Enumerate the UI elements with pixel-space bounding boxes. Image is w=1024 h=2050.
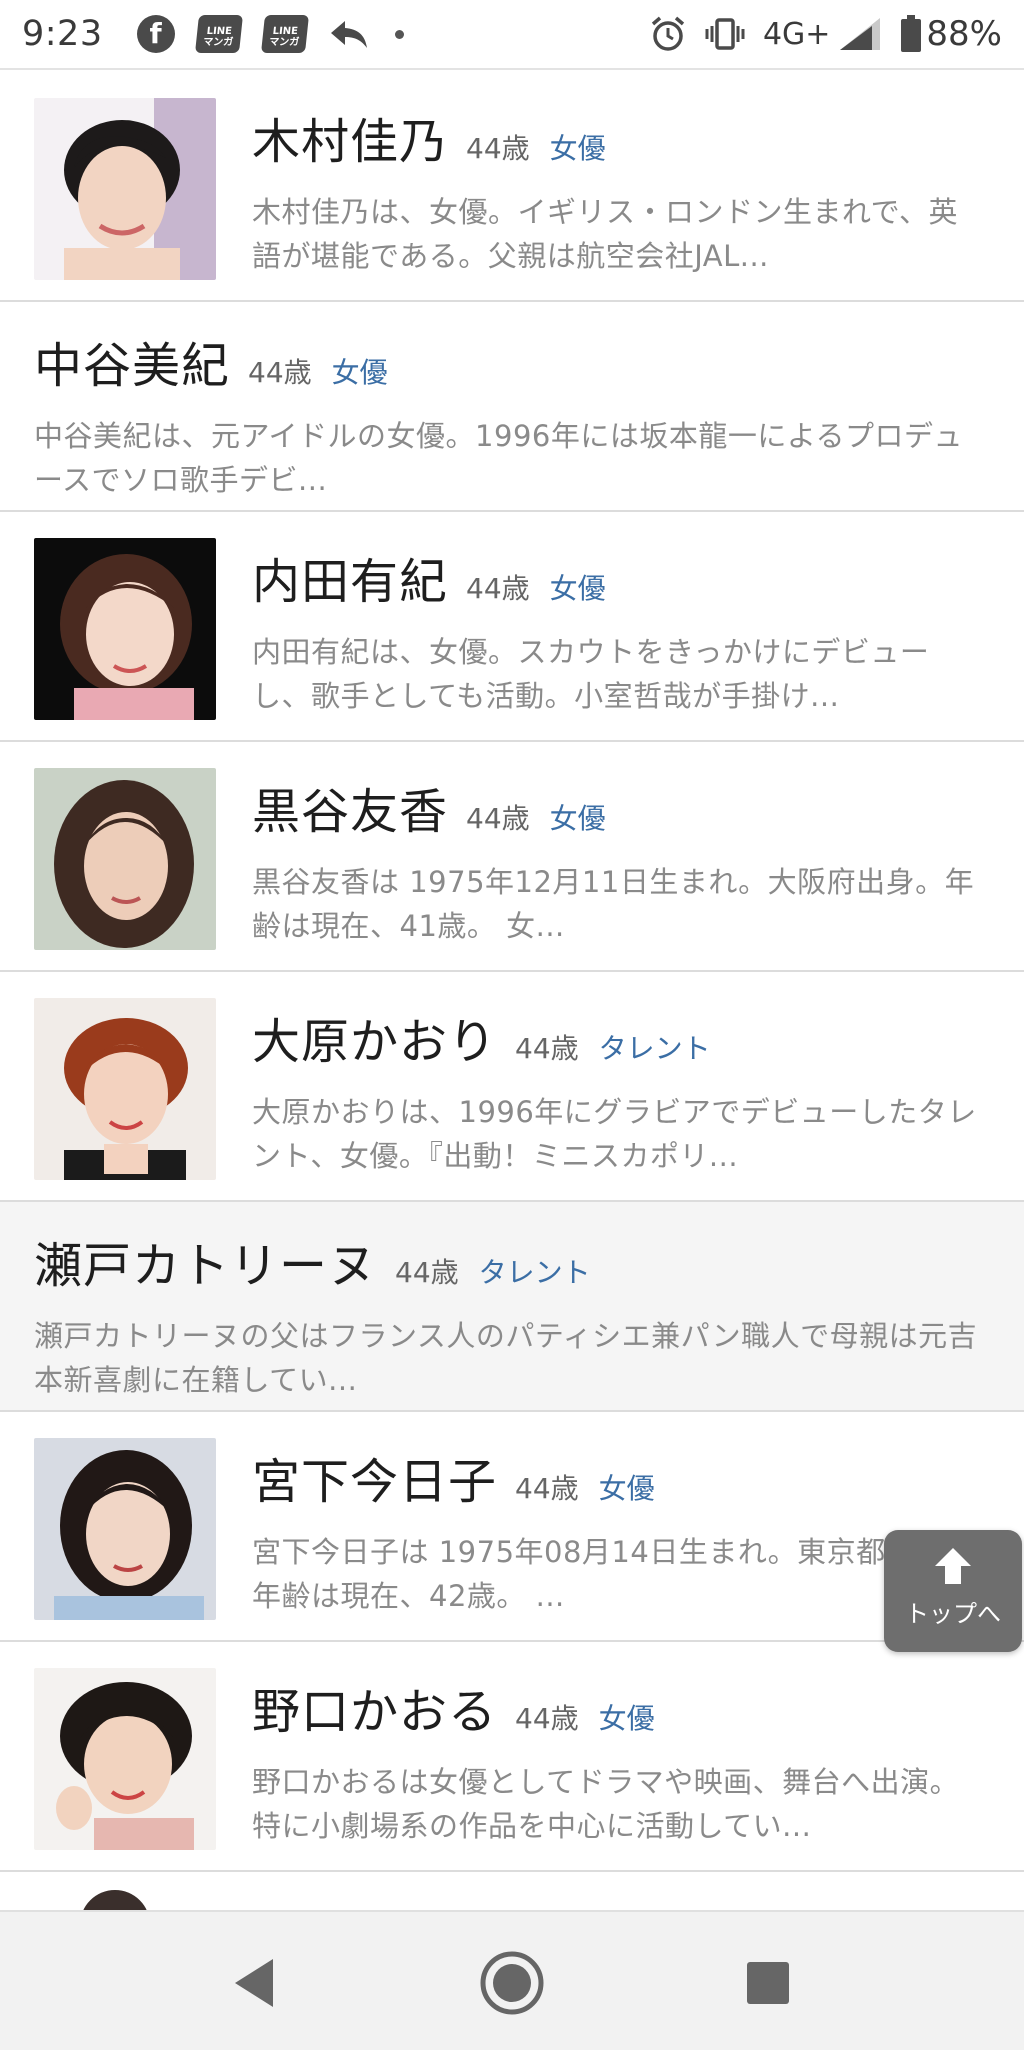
item-text: 瀬戸カトリーヌ 44歳 タレント 瀬戸カトリーヌの父はフランス人のパティシエ兼パ… — [34, 1226, 984, 1402]
item-title-line: 大原かおり 44歳 タレント — [252, 1002, 984, 1072]
person-age: 44歳 — [515, 1472, 579, 1505]
status-right-group: 4G+ 88% — [649, 14, 1002, 54]
person-category-link[interactable]: 女優 — [599, 1467, 655, 1507]
battery-icon — [900, 15, 922, 53]
profile-photo — [34, 998, 216, 1180]
to-top-button[interactable]: トップへ — [884, 1530, 1022, 1652]
item-text: 木村佳乃 44歳 女優 木村佳乃は、女優。イギリス・ロンドン生まれで、英語が堪能… — [252, 102, 984, 278]
network-type: 4G+ — [762, 16, 831, 52]
reply-icon — [329, 17, 369, 51]
item-title-line: 宮下今日子 44歳 女優 — [252, 1442, 984, 1512]
profile-photo — [34, 1668, 216, 1850]
arrow-up-icon — [884, 1544, 1022, 1592]
system-nav-bar — [0, 1910, 1024, 2050]
list-item[interactable]: 大原かおり 44歳 タレント 大原かおりは、1996年にグラビアでデビューしたタ… — [0, 972, 1024, 1202]
person-description: 木村佳乃は、女優。イギリス・ロンドン生まれで、英語が堪能である。父親は航空会社J… — [252, 195, 958, 273]
item-text: 中谷美紀 44歳 女優 中谷美紀は、元アイドルの女優。1996年には坂本龍一によ… — [34, 326, 984, 502]
person-name: 中谷美紀 — [34, 338, 231, 394]
list-item-partial[interactable] — [0, 1872, 1024, 1930]
person-name: 野口かおる — [252, 1684, 498, 1740]
person-description: 中谷美紀は、元アイドルの女優。1996年には坂本龍一によるプロデュースでソロ歌手… — [34, 419, 963, 497]
item-title-line: 木村佳乃 44歳 女優 — [252, 102, 984, 172]
person-category-link[interactable]: 女優 — [550, 797, 606, 837]
to-top-label: トップへ — [905, 1600, 1001, 1628]
person-name: 黒谷友香 — [252, 784, 449, 840]
item-text: 内田有紀 44歳 女優 内田有紀は、女優。スカウトをきっかけにデビューし、歌手と… — [252, 542, 984, 718]
celebrity-list: 木村佳乃 44歳 女優 木村佳乃は、女優。イギリス・ロンドン生まれで、英語が堪能… — [0, 72, 1024, 1930]
person-description: 大原かおりは、1996年にグラビアでデビューしたタレント、女優。『出動！ミニスカ… — [252, 1095, 977, 1173]
signal-icon — [838, 16, 882, 52]
back-triangle-icon — [235, 1959, 273, 2007]
profile-photo — [34, 538, 216, 720]
list-item[interactable]: 中谷美紀 44歳 女優 中谷美紀は、元アイドルの女優。1996年には坂本龍一によ… — [0, 302, 1024, 512]
person-name: 内田有紀 — [252, 554, 449, 610]
person-category-link[interactable]: 女優 — [599, 1697, 655, 1737]
item-title-line: 中谷美紀 44歳 女優 — [34, 326, 984, 396]
recents-button[interactable] — [733, 1948, 803, 2018]
facebook-icon: f — [136, 15, 175, 53]
battery-percent: 88% — [926, 14, 1002, 54]
list-item[interactable]: 黒谷友香 44歳 女優 黒谷友香は 1975年12月11日生まれ。大阪府出身。年… — [0, 742, 1024, 972]
person-age: 44歳 — [466, 802, 530, 835]
person-category-link[interactable]: タレント — [599, 1027, 711, 1067]
status-bar: 9:23 f LINE マンガ LINE マンガ 4G+ 88% — [0, 0, 1024, 70]
item-text: 宮下今日子 44歳 女優 宮下今日子は 1975年08月14日生まれ。東京都出身… — [252, 1442, 984, 1618]
person-category-link[interactable]: 女優 — [332, 351, 388, 391]
item-title-line: 野口かおる 44歳 女優 — [252, 1672, 984, 1742]
profile-photo — [34, 768, 216, 950]
item-title-line: 内田有紀 44歳 女優 — [252, 542, 984, 612]
home-button[interactable] — [477, 1948, 547, 2018]
person-description: 宮下今日子は 1975年08月14日生まれ。東京都出身。 年齢は現在、42歳。 … — [252, 1535, 975, 1613]
person-category-link[interactable]: タレント — [479, 1251, 591, 1291]
profile-photo — [34, 98, 216, 280]
vibrate-icon — [705, 17, 745, 51]
person-age: 44歳 — [515, 1702, 579, 1735]
person-name: 大原かおり — [252, 1014, 498, 1070]
item-title-line: 瀬戸カトリーヌ 44歳 タレント — [34, 1226, 984, 1296]
line-manga-icon: LINE マンガ — [260, 15, 309, 53]
person-name: 瀬戸カトリーヌ — [34, 1238, 378, 1294]
dot-icon — [394, 29, 404, 39]
person-category-link[interactable]: 女優 — [550, 567, 606, 607]
list-item[interactable]: 瀬戸カトリーヌ 44歳 タレント 瀬戸カトリーヌの父はフランス人のパティシエ兼パ… — [0, 1202, 1024, 1412]
home-circle-icon — [480, 1951, 544, 2015]
person-age: 44歳 — [248, 356, 312, 389]
person-age: 44歳 — [395, 1256, 459, 1289]
line-manga-icon: LINE マンガ — [194, 15, 243, 53]
person-age: 44歳 — [466, 572, 530, 605]
item-text: 野口かおる 44歳 女優 野口かおるは女優としてドラマや映画、舞台へ出演。特に小… — [252, 1672, 984, 1848]
list-item[interactable]: 木村佳乃 44歳 女優 木村佳乃は、女優。イギリス・ロンドン生まれで、英語が堪能… — [0, 72, 1024, 302]
person-description: 瀬戸カトリーヌの父はフランス人のパティシエ兼パン職人で母親は元吉本新喜劇に在籍し… — [34, 1319, 978, 1397]
item-text: 大原かおり 44歳 タレント 大原かおりは、1996年にグラビアでデビューしたタ… — [252, 1002, 984, 1178]
person-description: 野口かおるは女優としてドラマや映画、舞台へ出演。特に小劇場系の作品を中心に活動し… — [252, 1765, 960, 1843]
status-time: 9:23 — [22, 14, 103, 54]
person-age: 44歳 — [466, 132, 530, 165]
recents-square-icon — [747, 1962, 789, 2004]
item-text: 黒谷友香 44歳 女優 黒谷友香は 1975年12月11日生まれ。大阪府出身。年… — [252, 772, 984, 948]
person-category-link[interactable]: 女優 — [550, 127, 606, 167]
person-description: 内田有紀は、女優。スカウトをきっかけにデビューし、歌手としても活動。小室哲哉が手… — [252, 635, 930, 713]
list-item[interactable]: 内田有紀 44歳 女優 内田有紀は、女優。スカウトをきっかけにデビューし、歌手と… — [0, 512, 1024, 742]
profile-photo — [34, 1438, 216, 1620]
list-item[interactable]: 野口かおる 44歳 女優 野口かおるは女優としてドラマや映画、舞台へ出演。特に小… — [0, 1642, 1024, 1872]
person-name: 宮下今日子 — [252, 1454, 498, 1510]
list-item[interactable]: 宮下今日子 44歳 女優 宮下今日子は 1975年08月14日生まれ。東京都出身… — [0, 1412, 1024, 1642]
person-name: 木村佳乃 — [252, 114, 449, 170]
person-age: 44歳 — [515, 1032, 579, 1065]
item-title-line: 黒谷友香 44歳 女優 — [252, 772, 984, 842]
back-button[interactable] — [220, 1948, 290, 2018]
alarm-clock-icon — [649, 15, 687, 53]
person-description: 黒谷友香は 1975年12月11日生まれ。大阪府出身。年齢は現在、41歳。 女.… — [252, 865, 975, 943]
